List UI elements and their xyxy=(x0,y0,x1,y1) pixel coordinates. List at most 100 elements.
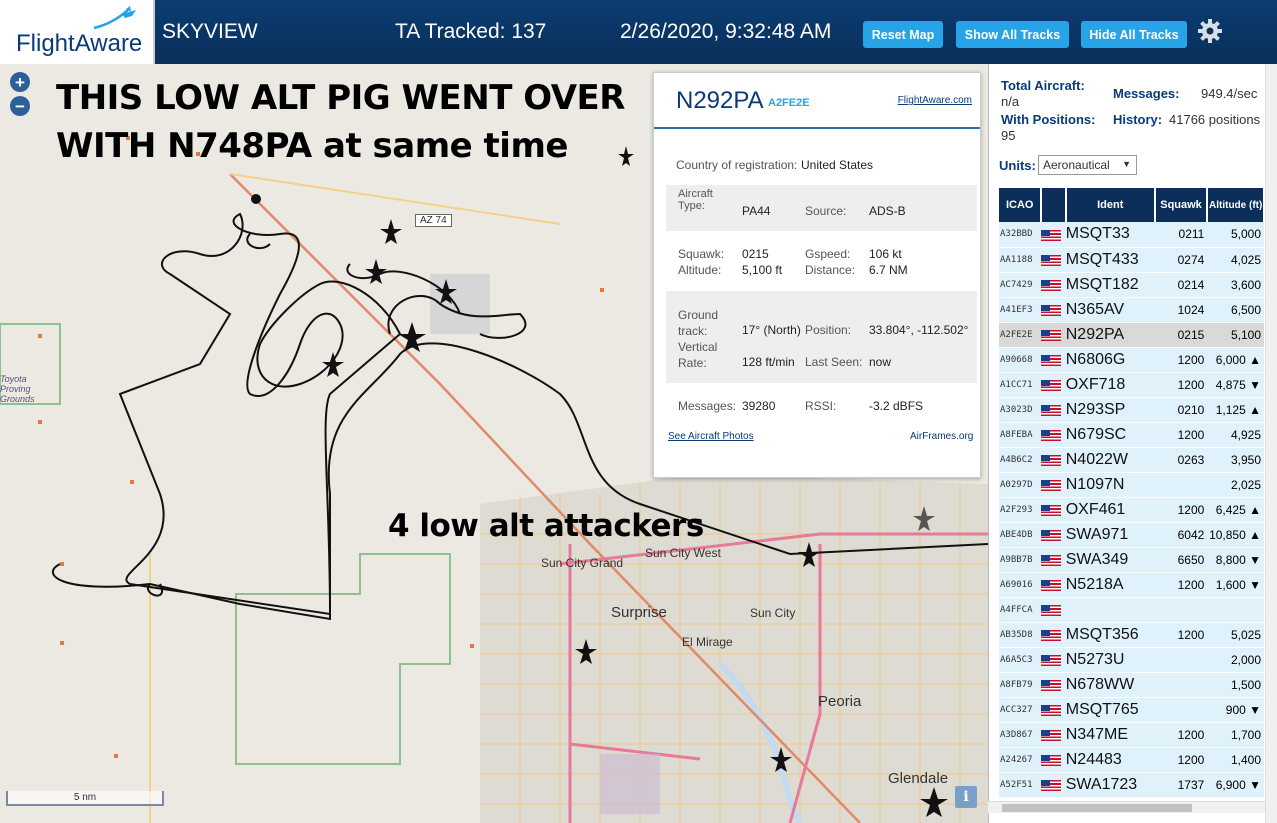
us-flag-icon xyxy=(1041,347,1066,373)
cell-altitude: 5,000 xyxy=(1207,222,1264,248)
aircraft-sidebar: Total Aircraft: n/a Messages: 949.4/sec … xyxy=(988,64,1277,823)
place-surprise: Surprise xyxy=(611,604,667,621)
us-flag-icon xyxy=(1041,529,1062,541)
col-altitude[interactable]: Altitude (ft) xyxy=(1207,188,1265,222)
distance-label: Distance: xyxy=(805,263,856,277)
flightaware-link[interactable]: FlightAware.com xyxy=(898,95,972,106)
col-ident[interactable]: Ident xyxy=(1065,188,1156,222)
airframes-link[interactable]: AirFrames.org xyxy=(910,431,973,442)
country-label: Country of registration: xyxy=(676,158,798,172)
units-select[interactable]: Aeronautical ▼ xyxy=(1038,155,1137,175)
us-flag-icon xyxy=(1041,422,1066,448)
distance-value: 6.7 NM xyxy=(869,263,908,277)
cell-icao: A6A5C3 xyxy=(999,647,1042,673)
ground-track-label: Ground track: xyxy=(678,308,719,338)
app-name: SKYVIEW xyxy=(162,20,258,43)
horizontal-scrollbar[interactable] xyxy=(988,801,1265,813)
table-row[interactable]: ACC327 MSQT765 900 ▼ xyxy=(999,697,1264,723)
us-flag-icon xyxy=(1041,729,1062,741)
col-flag[interactable] xyxy=(1041,188,1067,222)
cell-icao: A52F51 xyxy=(999,772,1042,798)
cell-icao: A4B6C2 xyxy=(999,447,1042,473)
cell-icao: A90668 xyxy=(999,347,1042,373)
table-row[interactable]: A32BBD MSQT33 0211 5,000 xyxy=(999,222,1264,248)
table-row[interactable]: A3023D N293SP 0210 1,125 ▲ xyxy=(999,397,1264,423)
cell-icao: A1CC71 xyxy=(999,372,1042,398)
cell-altitude: 1,400 xyxy=(1207,747,1264,773)
cell-squawk xyxy=(1154,597,1208,623)
table-row[interactable]: A3D867 N347ME 1200 1,700 xyxy=(999,722,1264,748)
cell-squawk xyxy=(1154,647,1208,673)
aircraft-table-body: A32BBD MSQT33 0211 5,000 AA1188 MSQT433 0274 4,… xyxy=(999,222,1264,798)
table-row[interactable]: A1CC71 OXF718 1200 4,875 ▼ xyxy=(999,372,1264,398)
with-positions-value: 95 xyxy=(1001,128,1016,143)
place-peoria: Peoria xyxy=(818,693,862,710)
us-flag-icon xyxy=(1041,229,1062,241)
cell-squawk: 1200 xyxy=(1154,572,1208,598)
cell-ident: SWA349 xyxy=(1065,547,1155,573)
cell-squawk: 1200 xyxy=(1154,372,1208,398)
us-flag-icon xyxy=(1041,647,1066,673)
cell-altitude: 6,900 ▼ xyxy=(1207,772,1264,798)
table-row[interactable]: A2FE2E N292PA 0215 5,100 xyxy=(999,322,1264,348)
info-icon[interactable]: i xyxy=(955,786,977,808)
table-row[interactable]: A0297D N1097N 2,025 xyxy=(999,472,1264,498)
us-flag-icon xyxy=(1041,704,1062,716)
cell-squawk: 1024 xyxy=(1154,297,1208,323)
table-row[interactable]: A52F51 SWA1723 1737 6,900 ▼ xyxy=(999,772,1264,798)
table-row[interactable]: AA1188 MSQT433 0274 4,025 xyxy=(999,247,1264,273)
table-row[interactable]: A24267 N24483 1200 1,400 xyxy=(999,747,1264,773)
cell-squawk xyxy=(1154,472,1208,498)
rssi-label: RSSI: xyxy=(805,399,837,413)
table-row[interactable]: A6A5C3 N5273U 2,000 xyxy=(999,647,1264,673)
us-flag-icon xyxy=(1041,697,1066,723)
history-label: History: xyxy=(1113,112,1163,127)
top-bar: FlightAware SKYVIEW TA Tracked: 137 2/26… xyxy=(0,0,1277,64)
vertical-rate-value: 128 ft/min xyxy=(742,355,795,369)
table-row[interactable]: A69016 N5218A 1200 1,600 ▼ xyxy=(999,572,1264,598)
us-flag-icon xyxy=(1041,372,1066,398)
col-icao[interactable]: ICAO xyxy=(999,188,1043,222)
cell-icao: A8FEBA xyxy=(999,422,1042,448)
table-row[interactable]: AB35D8 MSQT356 1200 5,025 xyxy=(999,622,1264,648)
cell-ident: N5218A xyxy=(1065,572,1155,598)
zoom-in-button[interactable]: + xyxy=(10,72,30,92)
position-label: Position: xyxy=(805,323,852,337)
table-row[interactable]: A2F293 OXF461 1200 6,425 ▲ xyxy=(999,497,1264,523)
vertical-scrollbar[interactable] xyxy=(1265,64,1277,823)
table-row[interactable]: A9BB7B SWA349 6650 8,800 ▼ xyxy=(999,547,1264,573)
position-value: 33.804°, -112.502° xyxy=(869,323,969,337)
table-row[interactable]: A41EF3 N365AV 1024 6,500 xyxy=(999,297,1264,323)
us-flag-icon xyxy=(1041,747,1066,773)
cell-ident: SWA1723 xyxy=(1065,772,1155,798)
scrollbar-thumb[interactable] xyxy=(1002,804,1192,812)
annotation-low-alt-attackers: 4 low alt attackers xyxy=(388,508,704,544)
table-row[interactable]: A90668 N6806G 1200 6,000 ▲ xyxy=(999,347,1264,373)
table-row[interactable]: ABE4DB SWA971 6042 10,850 ▲ xyxy=(999,522,1264,548)
cell-ident: MSQT765 xyxy=(1065,697,1155,723)
table-row[interactable]: A8FB79 N678WW 1,500 xyxy=(999,672,1264,698)
reset-map-button[interactable]: Reset Map xyxy=(863,21,943,48)
cell-icao: A0297D xyxy=(999,472,1042,498)
cell-altitude: 1,600 ▼ xyxy=(1207,572,1264,598)
messages-value: 39280 xyxy=(742,399,776,413)
place-sun-city: Sun City xyxy=(750,606,796,620)
flightaware-logo[interactable]: FlightAware xyxy=(0,0,155,64)
us-flag-icon xyxy=(1041,672,1066,698)
aircraft-photos-link[interactable]: See Aircraft Photos xyxy=(668,431,754,442)
cell-altitude xyxy=(1207,597,1264,623)
us-flag-icon xyxy=(1041,254,1062,266)
hide-all-tracks-button[interactable]: Hide All Tracks xyxy=(1081,21,1187,48)
table-row[interactable]: AC7429 MSQT182 0214 3,600 xyxy=(999,272,1264,298)
zoom-out-button[interactable]: − xyxy=(10,96,30,116)
cell-altitude: 10,850 ▲ xyxy=(1207,522,1264,548)
altitude-label: Altitude: xyxy=(678,263,722,277)
table-row[interactable]: A8FEBA N679SC 1200 4,925 xyxy=(999,422,1264,448)
table-row[interactable]: A4FFCA xyxy=(999,597,1264,623)
table-row[interactable]: A4B6C2 N4022W 0263 3,950 xyxy=(999,447,1264,473)
show-all-tracks-button[interactable]: Show All Tracks xyxy=(956,21,1069,48)
squawk-label: Squawk: xyxy=(678,247,725,261)
col-squawk[interactable]: Squawk xyxy=(1154,188,1209,222)
squawk-value: 0215 xyxy=(742,247,769,261)
gear-icon[interactable] xyxy=(1197,18,1223,44)
